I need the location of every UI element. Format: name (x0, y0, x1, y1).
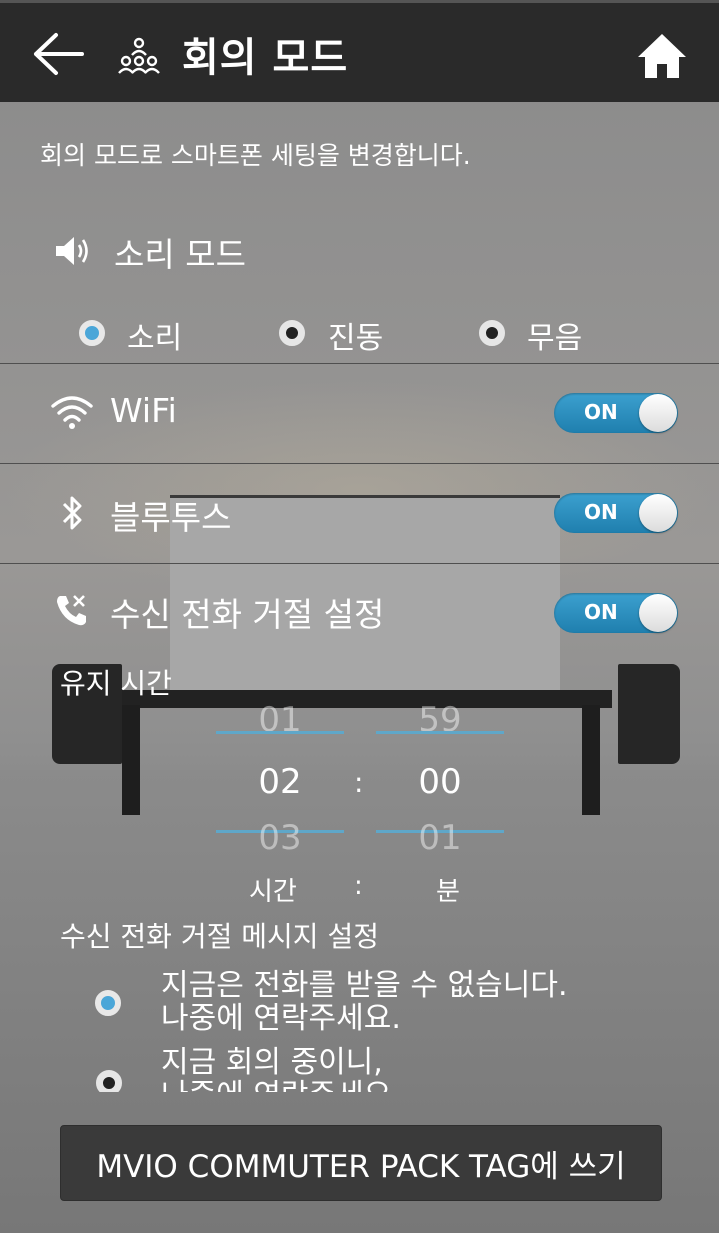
reject-message-radio-1[interactable] (95, 990, 121, 1016)
page-title: 회의 모드 (182, 35, 349, 81)
duration-label: 유지 시간 (60, 667, 172, 700)
reject-message-radio-2[interactable] (96, 1070, 122, 1092)
reject-message-2-line1: 지금 회의 중이니, (161, 1046, 383, 1080)
hour-next[interactable]: 03 (216, 818, 344, 858)
arrow-left-icon[interactable] (30, 29, 86, 79)
divider (0, 563, 719, 564)
top-bar: 회의 모드 (0, 0, 719, 102)
radio-silent[interactable] (479, 320, 505, 346)
toggle-knob (639, 594, 677, 632)
bluetooth-label: 블루투스 (110, 498, 232, 537)
hour-picker-line (216, 731, 344, 734)
minute-picker-line (376, 731, 504, 734)
sound-mode-title: 소리 모드 (114, 235, 246, 274)
divider (0, 363, 719, 364)
scroll-clip: 지금 회의 중이니, 나중에 연락주세요. (0, 1046, 719, 1092)
radio-vibrate-label[interactable]: 진동 (328, 313, 383, 357)
wifi-toggle[interactable]: ON (554, 393, 678, 433)
call-reject-label: 수신 전화 거절 설정 (110, 595, 385, 634)
time-separator: : (354, 766, 364, 799)
call-reject-toggle[interactable]: ON (554, 593, 678, 633)
wifi-icon (51, 396, 93, 429)
hour-unit-label: 시간 (249, 877, 297, 907)
divider (0, 463, 719, 464)
minute-current[interactable]: 00 (376, 762, 504, 802)
reject-message-2-line2: 나중에 연락주세요. (161, 1079, 401, 1092)
wifi-toggle-label: ON (584, 400, 618, 424)
toggle-knob (639, 494, 677, 532)
reject-message-label: 수신 전화 거절 메시지 설정 (60, 920, 379, 953)
speaker-icon (56, 237, 88, 265)
bluetooth-toggle[interactable]: ON (554, 493, 678, 533)
minute-prev[interactable]: 59 (376, 700, 504, 740)
reject-message-option-2[interactable]: 지금 회의 중이니, 나중에 연락주세요. (161, 1046, 401, 1092)
radio-vibrate[interactable] (279, 320, 305, 346)
bluetooth-toggle-label: ON (584, 500, 618, 524)
reject-message-option-1[interactable]: 지금은 전화를 받을 수 없습니다. 나중에 연락주세요. (161, 969, 567, 1035)
bluetooth-icon (62, 496, 82, 530)
radio-sound-label[interactable]: 소리 (127, 313, 182, 357)
unit-separator: : (354, 871, 363, 901)
phone-reject-icon (57, 595, 86, 626)
hour-prev[interactable]: 01 (216, 700, 344, 740)
minute-unit-label: 분 (436, 877, 460, 907)
radio-silent-label[interactable]: 무음 (527, 313, 582, 357)
reject-message-1-line2: 나중에 연락주세요. (161, 1001, 401, 1036)
minute-next[interactable]: 01 (376, 818, 504, 858)
call-reject-toggle-label: ON (584, 600, 618, 624)
hour-current[interactable]: 02 (216, 762, 344, 802)
write-nfc-tag-button[interactable]: MVIO COMMUTER PACK TAG에 쓰기 (60, 1125, 662, 1201)
toggle-knob (639, 394, 677, 432)
people-group-icon (118, 37, 160, 74)
radio-sound[interactable] (79, 320, 105, 346)
home-icon[interactable] (636, 31, 688, 81)
reject-message-1-line1: 지금은 전화를 받을 수 없습니다. (161, 968, 568, 1003)
description-text: 회의 모드로 스마트폰 세팅을 변경합니다. (40, 141, 471, 170)
wifi-label: WiFi (110, 391, 177, 430)
